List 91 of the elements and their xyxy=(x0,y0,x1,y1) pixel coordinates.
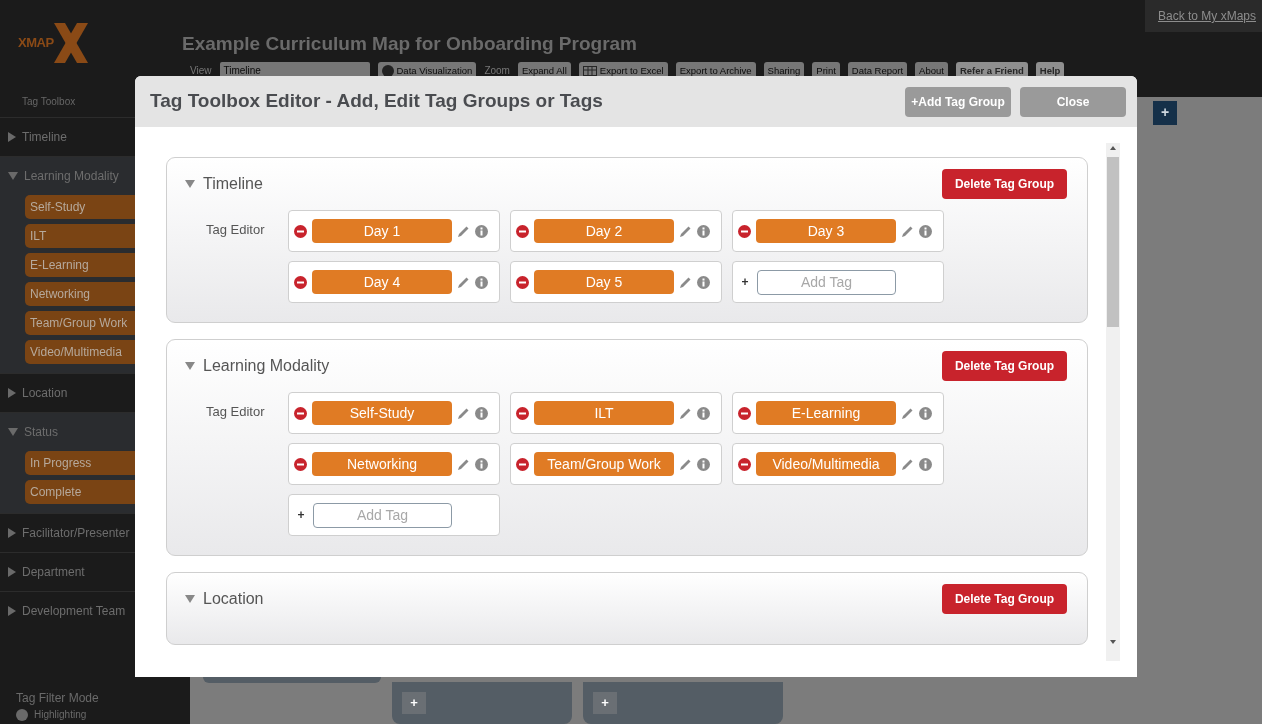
expand-triangle-icon[interactable] xyxy=(8,606,16,616)
tag-chip: Team/Group Work xyxy=(534,452,674,476)
collapse-triangle-icon[interactable] xyxy=(185,362,195,370)
tag-group-label[interactable]: Learning Modality xyxy=(24,167,119,185)
delete-group-button[interactable]: Delete Tag Group xyxy=(942,584,1067,614)
group-name: Location xyxy=(203,589,265,609)
collapse-triangle-icon[interactable] xyxy=(8,172,18,180)
add-button[interactable]: + xyxy=(402,692,426,714)
pencil-icon[interactable] xyxy=(457,224,470,238)
tag-chip: Day 4 xyxy=(312,270,452,294)
pencil-icon[interactable] xyxy=(901,457,914,471)
grid-icon xyxy=(582,65,597,76)
info-icon[interactable] xyxy=(475,275,488,289)
remove-icon[interactable] xyxy=(738,224,751,238)
zoom-label: Zoom xyxy=(484,64,510,78)
info-icon[interactable] xyxy=(475,224,488,238)
tag-chip: Day 1 xyxy=(312,219,452,243)
add-button[interactable]: + xyxy=(1153,100,1177,125)
collapse-triangle-icon[interactable] xyxy=(185,180,195,188)
close-button[interactable]: Close xyxy=(1020,86,1126,117)
pencil-icon[interactable] xyxy=(457,406,470,420)
map-title: Example Curriculum Map for Onboarding Program xyxy=(181,32,638,56)
tag-group-label[interactable]: Development Team xyxy=(22,602,126,620)
info-icon[interactable] xyxy=(697,275,710,289)
remove-icon[interactable] xyxy=(294,224,307,238)
info-icon[interactable] xyxy=(919,406,932,420)
tag-group-label[interactable]: Location xyxy=(22,384,68,402)
info-icon[interactable] xyxy=(697,406,710,420)
info-icon[interactable] xyxy=(919,224,932,238)
pencil-icon[interactable] xyxy=(457,457,470,471)
tag-chip: Day 3 xyxy=(756,219,896,243)
remove-icon[interactable] xyxy=(516,457,529,471)
expand-triangle-icon[interactable] xyxy=(8,132,16,142)
tag-group-label[interactable]: Timeline xyxy=(22,128,67,146)
add-tag-field[interactable]: Add Tag xyxy=(313,502,452,528)
remove-icon[interactable] xyxy=(294,457,307,471)
tag-group-label[interactable]: Facilitator/Presenter xyxy=(22,524,130,542)
add-tag-field[interactable]: Add Tag xyxy=(757,269,896,295)
info-icon[interactable] xyxy=(919,457,932,471)
tag-chip: Self-Study xyxy=(312,401,452,425)
view-label: View xyxy=(190,64,212,78)
tag-group-label[interactable]: Department xyxy=(22,563,85,581)
pencil-icon[interactable] xyxy=(679,275,692,289)
back-link[interactable]: Back to My xMaps xyxy=(1144,0,1262,32)
delete-group-button[interactable]: Delete Tag Group xyxy=(942,351,1067,381)
pencil-icon[interactable] xyxy=(679,406,692,420)
expand-triangle-icon[interactable] xyxy=(8,567,16,577)
tag-chip: E-Learning xyxy=(756,401,896,425)
editor-label: Tag Editor xyxy=(205,221,266,239)
filter-mode-label: Tag Filter Mode xyxy=(16,690,100,707)
delete-group-button[interactable]: Delete Tag Group xyxy=(942,169,1067,199)
remove-icon[interactable] xyxy=(516,224,529,238)
pencil-icon[interactable] xyxy=(679,457,692,471)
remove-icon[interactable] xyxy=(294,406,307,420)
remove-icon[interactable] xyxy=(738,457,751,471)
collapse-triangle-icon[interactable] xyxy=(185,595,195,603)
info-icon[interactable] xyxy=(475,457,488,471)
info-icon[interactable] xyxy=(475,406,488,420)
info-icon[interactable] xyxy=(697,224,710,238)
toggle-icon[interactable] xyxy=(16,708,28,721)
group-name: Timeline xyxy=(203,174,264,194)
tag-chip: Day 5 xyxy=(534,270,674,294)
add-group-button[interactable]: +Add Tag Group xyxy=(905,86,1011,117)
sidebar-title: Tag Toolbox xyxy=(22,95,76,109)
logo-text: XMAP xyxy=(18,34,54,53)
pencil-icon[interactable] xyxy=(457,275,470,289)
toggle-icon xyxy=(381,64,394,77)
option-label: Highlighting xyxy=(34,708,87,722)
tag-group-label[interactable]: Status xyxy=(24,423,59,441)
expand-triangle-icon[interactable] xyxy=(8,528,16,538)
logo-icon xyxy=(53,23,88,63)
dialog-title: Tag Toolbox Editor - Add, Edit Tag Groups or Tags xyxy=(150,89,604,114)
collapse-triangle-icon[interactable] xyxy=(8,428,18,436)
pencil-icon[interactable] xyxy=(679,224,692,238)
plus-label: + xyxy=(296,507,306,524)
remove-icon[interactable] xyxy=(294,275,307,289)
tag-chip: Networking xyxy=(312,452,452,476)
expand-triangle-icon[interactable] xyxy=(8,388,16,398)
pencil-icon[interactable] xyxy=(901,406,914,420)
group-name: Learning Modality xyxy=(203,356,331,376)
editor-label: Tag Editor xyxy=(205,403,266,421)
tag-chip: Video/Multimedia xyxy=(756,452,896,476)
pencil-icon[interactable] xyxy=(901,224,914,238)
remove-icon[interactable] xyxy=(738,406,751,420)
tag-chip: ILT xyxy=(534,401,674,425)
info-icon[interactable] xyxy=(697,457,710,471)
remove-icon[interactable] xyxy=(516,275,529,289)
remove-icon[interactable] xyxy=(516,406,529,420)
tag-chip: Day 2 xyxy=(534,219,674,243)
add-button[interactable]: + xyxy=(593,692,617,714)
plus-label: + xyxy=(740,274,750,291)
